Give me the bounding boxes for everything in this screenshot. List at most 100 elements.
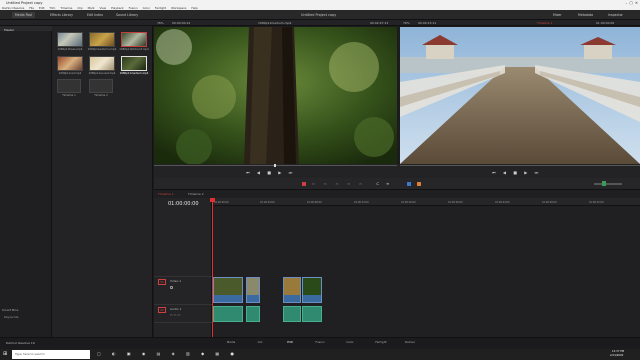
ruler-label: 01:00:00:00 xyxy=(214,201,229,204)
bin-list: Master Smart Bins Keywords xyxy=(0,26,52,337)
ruler-label: 01:00:28:00 xyxy=(542,201,557,204)
clip-label: 1080p11kitchen3.mp4 xyxy=(119,48,149,51)
timeline-scrubber[interactable] xyxy=(400,165,640,166)
marker-icon[interactable] xyxy=(417,182,421,186)
media-pool-button[interactable]: Media Pool xyxy=(12,12,36,18)
source-transport-controls[interactable]: ⏮ ◀ ■ ▶ ⏭ xyxy=(246,170,295,175)
clock-time: 12:37 PM xyxy=(612,350,625,353)
source-clip-name[interactable]: 1080p11medium.mp4 xyxy=(258,20,291,26)
timeline-duration: 00:00:15:11 xyxy=(418,21,437,25)
source-playhead[interactable] xyxy=(274,164,276,167)
zoom-handle[interactable] xyxy=(602,181,606,186)
edit-tools[interactable]: ▭ ▭ ▭ ▭ ▭ xyxy=(312,182,366,186)
timeline-label: Timeline 2 xyxy=(94,94,108,97)
timeline-ruler[interactable]: 01:00:00:00 01:00:04:00 01:00:08:00 01:0… xyxy=(212,198,640,206)
page-edit[interactable]: Edit xyxy=(284,340,296,344)
ruler-label: 01:00:24:00 xyxy=(495,201,510,204)
ruler-label: 01:00:12:00 xyxy=(354,201,369,204)
timeline-thumbnail[interactable] xyxy=(89,79,113,93)
audio-clip[interactable] xyxy=(213,306,243,322)
timeline-position: 01:00:00:00 xyxy=(596,21,615,25)
ruler-label: 01:00:16:00 xyxy=(401,201,416,204)
video-track-header[interactable]: V1 Video 1 xyxy=(154,276,212,305)
video-clip[interactable] xyxy=(213,277,243,303)
mixer-button[interactable]: Mixer xyxy=(550,12,565,18)
sound-library-button[interactable]: Sound Library xyxy=(113,12,141,18)
effects-library-button[interactable]: Effects Library xyxy=(47,12,76,18)
clip-thumbnail[interactable] xyxy=(89,32,115,47)
timeline-label: Timeline 1 xyxy=(62,94,76,97)
timeline-video-frame xyxy=(400,27,640,164)
selection-tool-icon[interactable] xyxy=(302,182,306,186)
taskbar-search-box[interactable]: Type here to search xyxy=(12,350,90,359)
clip-label: 1080p11medium.mp4 xyxy=(119,72,149,75)
audio-track-header[interactable]: A1 Audio 1 ▭ ▭ ▭ xyxy=(154,305,212,323)
tab-timeline-2[interactable]: Timeline 2 xyxy=(188,192,204,196)
clip-label: 1080p11sunset.mp4 xyxy=(88,72,116,75)
page-media[interactable]: Media xyxy=(225,340,237,344)
smart-bins-label: Smart Bins xyxy=(2,308,19,312)
search-placeholder: Type here to search xyxy=(15,352,45,356)
ruler-label: 01:00:32:00 xyxy=(589,201,604,204)
clip-thumbnail[interactable] xyxy=(57,56,83,71)
zoom-slider[interactable] xyxy=(594,183,622,185)
flag-icon[interactable] xyxy=(407,182,411,186)
clip-thumbnail[interactable] xyxy=(89,56,115,71)
master-bin[interactable]: Master xyxy=(4,28,14,32)
top-toolbar: Media Pool Effects Library Edit Index So… xyxy=(0,10,640,20)
ruler-label: 01:00:04:00 xyxy=(260,201,275,204)
video-clip[interactable] xyxy=(246,277,260,303)
source-viewer[interactable] xyxy=(154,27,397,164)
page-fairlight[interactable]: Fairlight xyxy=(374,340,388,344)
clip-thumbnail[interactable] xyxy=(57,32,83,47)
track-headers: 01:00:00:00 V1 Video 1 A1 Audio 1 ▭ ▭ ▭ xyxy=(154,198,212,337)
clip-label: 1080p11autumn.mp4 xyxy=(87,48,117,51)
timeline-zoom[interactable]: 76% xyxy=(403,20,410,26)
clip-label: 1080p11trees.mp4 xyxy=(57,48,83,51)
timeline-name[interactable]: Timeline 1 xyxy=(537,20,553,26)
timeline-toolbar: ▭ ▭ ▭ ▭ ▭ ⊂ ∞ xyxy=(154,178,640,190)
track-lock-icon[interactable] xyxy=(170,285,173,290)
playhead-handle[interactable] xyxy=(210,198,215,202)
window-title: Untitled Project copy xyxy=(6,1,43,5)
timeline-tabs: Timeline 1 Timeline 2 xyxy=(154,190,640,198)
video-clip[interactable] xyxy=(302,277,322,303)
tab-timeline-1[interactable]: Timeline 1 xyxy=(158,192,174,196)
media-grid: 1080p11trees.mp4 1080p11autumn.mp4 1080p… xyxy=(57,32,149,97)
source-video-frame xyxy=(154,27,397,164)
clip-thumbnail[interactable] xyxy=(121,32,147,47)
page-navigation-bar: DaVinci Resolve 16 Media Cut Edit Fusion… xyxy=(0,337,640,349)
clock-date: 2/14/2020 xyxy=(610,354,624,357)
video-track-id: V1 xyxy=(158,279,166,285)
metadata-button[interactable]: Metadata xyxy=(575,12,596,18)
app-name: DaVinci Resolve 16 xyxy=(6,341,35,345)
timeline-transport-controls[interactable]: ⏮ ◀ ■ ▶ ⏭ xyxy=(492,170,541,175)
keywords-bin[interactable]: Keywords xyxy=(4,315,18,319)
ruler-label: 01:00:08:00 xyxy=(307,201,322,204)
timeline-thumbnail[interactable] xyxy=(57,79,81,93)
audio-clip[interactable] xyxy=(283,306,301,322)
project-title: Untitled Project copy xyxy=(301,13,337,17)
page-color[interactable]: Color xyxy=(344,340,356,344)
snapping-icon[interactable]: ⊂ xyxy=(376,181,379,186)
page-deliver[interactable]: Deliver xyxy=(404,340,416,344)
source-zoom[interactable]: 76% xyxy=(157,20,164,26)
inspector-button[interactable]: Inspector xyxy=(605,12,626,18)
edit-index-button[interactable]: Edit Index xyxy=(84,12,106,18)
timeline-tracks[interactable]: 01:00:00:00 01:00:04:00 01:00:08:00 01:0… xyxy=(210,198,640,337)
timeline-viewer[interactable] xyxy=(400,27,640,164)
transport-bar: ⏮ ◀ ■ ▶ ⏭ ⏮ ◀ ■ ▶ ⏭ xyxy=(154,164,640,178)
page-cut[interactable]: Cut xyxy=(254,340,266,344)
video-clip[interactable] xyxy=(283,277,301,303)
clip-thumbnail[interactable] xyxy=(121,56,147,71)
audio-clip[interactable] xyxy=(302,306,322,322)
windows-start-icon[interactable]: ⊞ xyxy=(3,351,7,357)
link-icon[interactable]: ∞ xyxy=(386,181,389,186)
taskbar-apps[interactable]: ▢ ◐ ▣ ◉ ▤ ◈ ▥ ◆ ▦ ● xyxy=(97,351,239,356)
track-controls[interactable]: ▭ ▭ ▭ xyxy=(170,313,180,317)
source-timecode: 00:00:00:12 xyxy=(172,21,191,25)
ruler-label: 01:00:20:00 xyxy=(448,201,463,204)
page-fusion[interactable]: Fusion xyxy=(314,340,326,344)
audio-clip[interactable] xyxy=(246,306,260,322)
video-track-name: Video 1 xyxy=(170,279,182,283)
